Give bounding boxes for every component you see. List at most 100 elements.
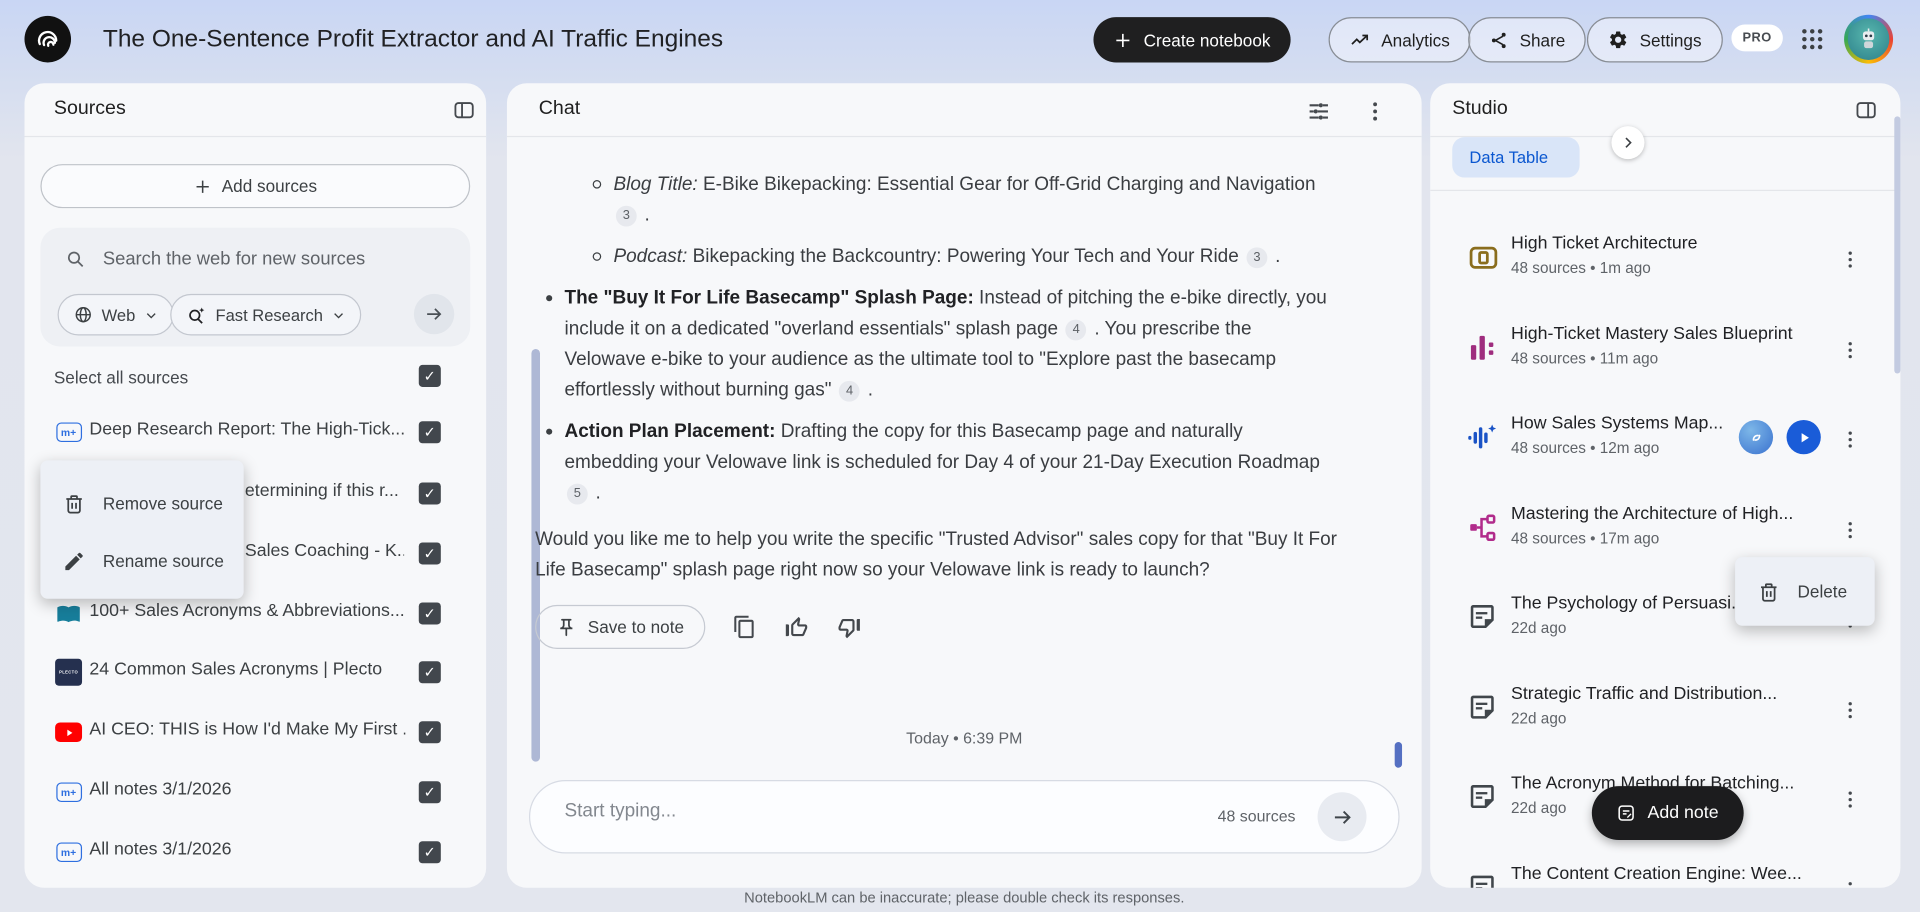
research-sparkle-icon: [186, 304, 207, 325]
copy-icon[interactable]: [732, 615, 756, 639]
studio-context-menu: Delete: [1735, 557, 1875, 626]
carousel-next-icon[interactable]: [1611, 126, 1645, 160]
mindmap-icon: [1467, 512, 1500, 545]
studio-item[interactable]: High Ticket Architecture 48 sources • 1m…: [1430, 230, 1900, 289]
chat-header: Chat: [506, 83, 1422, 138]
trending-up-icon: [1349, 29, 1370, 50]
source-row[interactable]: m+ All notes 3/1/2026: [24, 771, 486, 813]
chat-list-item: The "Buy It For Life Basecamp" Splash Pa…: [535, 283, 1337, 405]
source-row[interactable]: AI CEO: THIS is How I'd Make My First ..…: [24, 711, 486, 753]
note-icon: [1467, 601, 1500, 634]
chat-title: Chat: [538, 97, 581, 119]
settings-button[interactable]: Settings: [1586, 17, 1723, 63]
source-checkbox[interactable]: [418, 661, 441, 684]
interactive-mode-icon[interactable]: [1738, 420, 1774, 455]
chat-list-item: Blog Title: E-Bike Bikepacking: Essentia…: [535, 169, 1337, 230]
studio-scrollbar[interactable]: [1894, 116, 1901, 374]
add-note-button[interactable]: Add note: [1591, 786, 1744, 841]
chevron-down-icon: [144, 308, 157, 321]
youtube-icon: [55, 719, 83, 746]
more-options-icon[interactable]: [1839, 245, 1863, 274]
studio-panel: Studio Data Table High Ticket Architectu…: [1430, 83, 1901, 888]
web-search-card: Web Fast Research: [40, 227, 471, 347]
thumbs-down-icon[interactable]: [836, 614, 862, 640]
source-checkbox[interactable]: [418, 781, 441, 804]
share-button[interactable]: Share: [1468, 17, 1587, 63]
research-mode-dropdown[interactable]: Fast Research: [170, 293, 361, 336]
note-icon: [1467, 781, 1500, 814]
apps-grid-icon[interactable]: [1799, 26, 1826, 53]
source-checkbox[interactable]: [418, 542, 441, 565]
thumbs-up-icon[interactable]: [783, 614, 809, 640]
search-icon: [65, 249, 86, 270]
chat-input[interactable]: [562, 799, 1094, 825]
search-submit-icon[interactable]: [413, 293, 455, 335]
studio-title: Studio: [1452, 97, 1508, 119]
more-options-icon[interactable]: [1839, 336, 1863, 365]
source-checkbox[interactable]: [418, 841, 441, 864]
user-avatar[interactable]: [1844, 14, 1894, 64]
pin-icon: [556, 617, 577, 638]
source-checkbox[interactable]: [418, 602, 441, 625]
source-count-label: 48 sources: [1217, 806, 1296, 826]
plus-icon: [1113, 30, 1133, 50]
collapse-panel-icon[interactable]: [452, 98, 476, 122]
select-all-label: Select all sources: [53, 367, 189, 387]
robot-avatar-image: [1847, 18, 1890, 61]
studio-item[interactable]: Mastering the Architecture of High... 48…: [1430, 501, 1900, 560]
notebooklm-logo-icon[interactable]: [24, 15, 72, 63]
more-options-icon[interactable]: [1839, 876, 1863, 888]
note-icon: [1467, 872, 1500, 888]
plecto-logo-icon: PLECTO: [55, 658, 83, 686]
notebook-title[interactable]: The One-Sentence Profit Extractor and AI…: [103, 0, 723, 78]
source-row[interactable]: m+ All notes 3/1/2026: [24, 831, 486, 873]
app-header: The One-Sentence Profit Extractor and AI…: [0, 0, 1920, 78]
play-icon[interactable]: [1786, 420, 1821, 455]
save-to-note-button[interactable]: Save to note: [535, 604, 705, 649]
more-options-icon[interactable]: [1839, 785, 1863, 814]
more-options-icon[interactable]: [1839, 516, 1863, 545]
disclaimer-text: NotebookLM can be inaccurate; please dou…: [744, 888, 1185, 907]
rename-source-menu-item[interactable]: Rename source: [40, 535, 243, 586]
studio-header: Studio: [1430, 83, 1901, 138]
more-options-icon[interactable]: [1839, 696, 1863, 725]
chat-timestamp: Today • 6:39 PM: [906, 728, 1023, 747]
studio-item[interactable]: High-Ticket Mastery Sales Blueprint 48 s…: [1430, 321, 1900, 380]
plus-icon: [194, 177, 212, 195]
source-row[interactable]: m+ Deep Research Report: The High-Tick..…: [24, 411, 486, 453]
remove-source-menu-item[interactable]: Remove source: [40, 478, 243, 529]
select-all-checkbox[interactable]: [418, 364, 441, 387]
note-icon: [1467, 692, 1500, 725]
chat-list-item: Action Plan Placement: Drafting the copy…: [535, 416, 1337, 508]
collapse-panel-icon[interactable]: [1854, 98, 1878, 122]
chat-more-options-icon[interactable]: [1363, 99, 1387, 123]
source-checkbox[interactable]: [418, 721, 441, 744]
flashcards-icon: [1467, 241, 1500, 274]
create-notebook-button[interactable]: Create notebook: [1093, 17, 1291, 63]
studio-item[interactable]: Strategic Traffic and Distribution... 22…: [1430, 681, 1900, 740]
data-table-chip[interactable]: Data Table: [1452, 137, 1580, 178]
report-icon: [1467, 332, 1500, 365]
share-icon: [1489, 30, 1509, 50]
send-icon[interactable]: [1317, 792, 1367, 842]
studio-item[interactable]: The Content Creation Engine: Wee...: [1430, 861, 1900, 888]
notebook-note-icon: m+: [55, 419, 82, 446]
source-checkbox[interactable]: [418, 482, 441, 505]
search-input[interactable]: [100, 247, 436, 271]
source-checkbox[interactable]: [418, 421, 441, 444]
source-row[interactable]: PLECTO 24 Common Sales Acronyms | Plecto: [24, 651, 486, 693]
add-sources-button[interactable]: Add sources: [40, 164, 471, 209]
delete-menu-item[interactable]: Delete: [1735, 557, 1875, 626]
pro-badge: PRO: [1731, 24, 1783, 52]
studio-item[interactable]: How Sales Systems Map... 48 sources • 12…: [1430, 410, 1900, 469]
chat-input-bar: 48 sources: [528, 780, 1400, 854]
sources-header: Sources: [24, 83, 487, 138]
source-row[interactable]: 100+ Sales Acronyms & Abbreviations...: [24, 593, 486, 635]
message-actions: Save to note: [535, 604, 1337, 649]
web-filter-dropdown[interactable]: Web: [57, 293, 174, 336]
notebook-note-icon: m+: [55, 839, 82, 866]
more-options-icon[interactable]: [1839, 425, 1863, 454]
notebook-note-icon: m+: [55, 779, 82, 806]
analytics-button[interactable]: Analytics: [1328, 17, 1471, 63]
chat-settings-icon[interactable]: [1307, 99, 1331, 123]
